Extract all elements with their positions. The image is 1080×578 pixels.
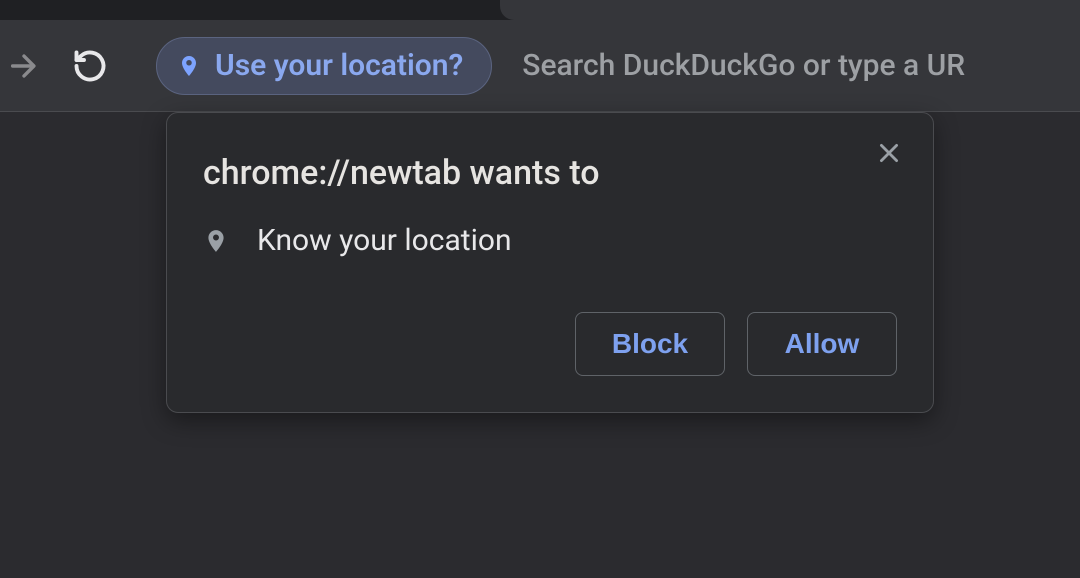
browser-toolbar: Use your location? Search DuckDuckGo or … — [0, 20, 1080, 112]
permission-row: Know your location — [203, 223, 897, 258]
location-pin-icon — [177, 51, 201, 81]
location-chip-label: Use your location? — [215, 48, 463, 83]
omnibox-placeholder[interactable]: Search DuckDuckGo or type a UR — [522, 48, 965, 83]
close-button[interactable] — [871, 135, 907, 171]
dialog-title: chrome://newtab wants to — [203, 153, 897, 193]
dialog-button-row: Block Allow — [203, 312, 897, 376]
permission-dialog: chrome://newtab wants to Know your locat… — [166, 112, 934, 413]
location-pin-icon — [203, 225, 229, 257]
allow-button[interactable]: Allow — [747, 312, 897, 376]
location-permission-chip[interactable]: Use your location? — [156, 37, 492, 95]
close-icon — [876, 140, 902, 166]
permission-label: Know your location — [257, 223, 512, 258]
arrow-right-icon — [7, 49, 41, 83]
forward-button[interactable] — [0, 42, 48, 90]
reload-button[interactable] — [66, 42, 114, 90]
block-button[interactable]: Block — [575, 312, 725, 376]
tab-strip — [0, 0, 1080, 20]
reload-icon — [72, 48, 108, 84]
